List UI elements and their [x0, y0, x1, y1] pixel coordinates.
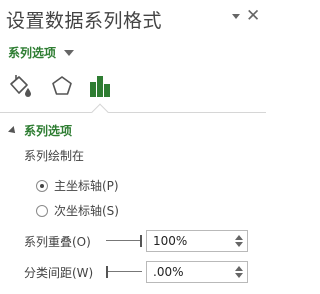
spin-up-icon[interactable]	[235, 266, 243, 271]
series-options-dropdown-label: 系列选项	[8, 46, 57, 60]
secondary-axis-radio[interactable]	[36, 204, 48, 217]
gap-width-thumb[interactable]	[106, 266, 108, 278]
series-overlap-thumb[interactable]	[140, 235, 142, 247]
plot-series-on-label: 系列绘制在	[24, 149, 85, 163]
pane-title: 设置数据系列格式	[6, 10, 163, 32]
bar-chart-icon	[90, 76, 110, 97]
gap-width-row: 分类间距(W) .00%	[24, 261, 248, 283]
spin-up-icon[interactable]	[235, 235, 243, 240]
slider-track	[106, 271, 142, 272]
gap-width-value[interactable]: .00%	[153, 265, 184, 279]
gap-width-slider[interactable]	[106, 265, 142, 279]
primary-axis-option[interactable]: 主坐标轴(P)	[36, 177, 119, 194]
primary-axis-radio[interactable]	[36, 179, 48, 192]
gap-width-spinner[interactable]: .00%	[146, 261, 248, 283]
series-overlap-value[interactable]: 100%	[153, 234, 187, 248]
spin-down-icon[interactable]	[235, 242, 243, 247]
paint-bucket-icon	[10, 75, 31, 97]
pentagon-icon	[52, 76, 72, 95]
section-header-label: 系列选项	[24, 124, 73, 138]
format-data-series-pane: 设置数据系列格式 ✕ 系列选项 系列选项 系列绘制在 主坐标轴(P) 次坐标轴(…	[0, 0, 266, 294]
series-overlap-row: 系列重叠(O) 100%	[24, 230, 248, 252]
primary-axis-label: 主坐标轴(P)	[54, 179, 119, 193]
series-overlap-label: 系列重叠(O)	[24, 234, 91, 249]
tab-series-options[interactable]	[86, 72, 114, 100]
gap-width-label: 分类间距(W)	[24, 265, 94, 280]
tab-fill-line[interactable]	[6, 72, 34, 100]
series-overlap-spinner[interactable]: 100%	[146, 230, 248, 252]
slider-track	[106, 240, 142, 241]
pane-options-chevron-icon[interactable]	[232, 14, 240, 19]
spin-down-icon[interactable]	[235, 273, 243, 278]
dropdown-caret-icon	[64, 49, 75, 56]
collapse-triangle-icon	[8, 125, 18, 136]
series-overlap-slider[interactable]	[106, 234, 142, 248]
tabs-divider	[0, 112, 266, 113]
active-tab-pointer	[91, 103, 109, 121]
tab-effects[interactable]	[48, 72, 76, 100]
series-options-dropdown[interactable]: 系列选项	[8, 44, 75, 61]
section-header-series-options[interactable]: 系列选项	[8, 122, 73, 139]
secondary-axis-option[interactable]: 次坐标轴(S)	[36, 202, 119, 219]
secondary-axis-label: 次坐标轴(S)	[54, 204, 119, 218]
close-icon[interactable]: ✕	[246, 6, 260, 26]
